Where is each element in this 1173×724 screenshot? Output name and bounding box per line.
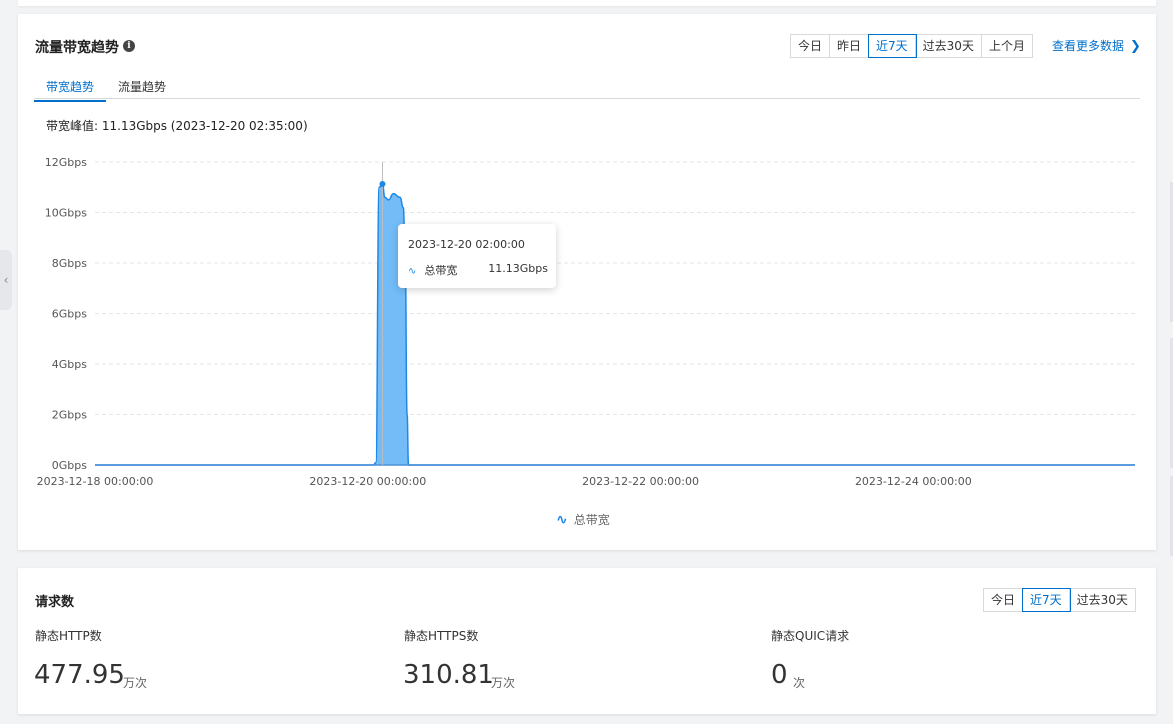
time-range-group: 今日 近7天 过去30天: [983, 588, 1136, 612]
time-button-yesterday[interactable]: 昨日: [830, 35, 870, 57]
metric-unit-http: 万次: [123, 676, 148, 690]
tooltip-time: 2023-12-20 02:00:00: [408, 238, 525, 251]
series-line-total-bandwidth: [94, 183, 1135, 466]
chart-tabs: 带宽趋势 流量趋势: [34, 74, 1140, 102]
chevron-left-icon: ‹: [3, 273, 9, 287]
metric-value-http: 477.95: [34, 660, 125, 690]
y-tick-label: 4Gbps: [52, 358, 87, 371]
series-area-total-bandwidth: [95, 183, 1135, 465]
legend-label: 总带宽: [573, 513, 610, 527]
y-tick-label: 12Gbps: [45, 156, 87, 169]
x-tick-label: 2023-12-22 00:00:00: [582, 475, 699, 488]
y-tick-label: 8Gbps: [52, 257, 87, 270]
x-tick-label: 2023-12-24 00:00:00: [855, 475, 972, 488]
view-more-label: 查看更多数据: [1052, 39, 1125, 53]
y-tick-label: 10Gbps: [45, 207, 87, 220]
time-range-group: 今日 昨日 近7天 过去30天 上个月: [790, 34, 1033, 58]
tab-bandwidth-trend[interactable]: 带宽趋势: [34, 78, 107, 102]
requests-card: 请求数 今日 近7天 过去30天 静态HTTP数 477.95 万次 静态HTT…: [18, 568, 1156, 714]
y-tick-label: 0Gbps: [52, 459, 87, 472]
metric-unit-quic: 次: [793, 676, 806, 690]
bandwidth-trend-card: 流量带宽趋势 i 今日 昨日 近7天 过去30天 上个月 查看更多数据 ❯ 带宽趋…: [18, 14, 1156, 550]
metric-label-https: 静态HTTPS数: [404, 629, 479, 643]
time-button-today[interactable]: 今日: [791, 35, 831, 57]
series-wave-icon: ∿: [408, 266, 417, 277]
tab-traffic-trend[interactable]: 流量趋势: [106, 78, 178, 100]
chevron-right-icon: ❯: [1130, 39, 1141, 54]
time-button-last30days[interactable]: 过去30天: [915, 35, 982, 57]
time-button-last7days[interactable]: 近7天: [1022, 588, 1071, 612]
view-more-data-link[interactable]: 查看更多数据 ❯: [1052, 37, 1141, 54]
metric-value-https: 310.81: [403, 660, 494, 690]
collapse-sidebar-handle[interactable]: ‹: [0, 250, 12, 310]
chart-tooltip: 2023-12-20 02:00:00 ∿ 总带宽 11.13Gbps: [398, 224, 556, 288]
chart-legend-item[interactable]: ∿ 总带宽: [556, 511, 610, 528]
peak-marker: [379, 180, 386, 187]
metric-label-http: 静态HTTP数: [35, 629, 102, 643]
card-title: 流量带宽趋势: [35, 40, 119, 56]
card-title: 请求数: [35, 595, 75, 610]
time-button-today[interactable]: 今日: [984, 589, 1024, 611]
y-tick-label: 6Gbps: [52, 308, 87, 321]
time-button-lastmonth[interactable]: 上个月: [981, 35, 1032, 57]
x-tick-label: 2023-12-20 00:00:00: [309, 475, 426, 488]
tooltip-value: 11.13Gbps: [488, 262, 548, 275]
metric-unit-https: 万次: [491, 676, 516, 690]
metric-label-quic: 静态QUIC请求: [771, 629, 850, 643]
previous-card-bottom: [18, 0, 1156, 6]
y-tick-label: 2Gbps: [52, 409, 87, 422]
tooltip-series-name: 总带宽: [424, 264, 458, 277]
metric-value-quic: 0: [771, 660, 788, 690]
tooltip-row: ∿ 总带宽 11.13Gbps: [408, 262, 548, 278]
x-tick-label: 2023-12-18 00:00:00: [37, 475, 154, 488]
time-button-last7days[interactable]: 近7天: [868, 34, 917, 58]
bandwidth-peak-text: 带宽峰值: 11.13Gbps (2023-12-20 02:35:00): [46, 119, 308, 133]
series-wave-icon: ∿: [556, 512, 568, 528]
info-circle-icon[interactable]: i: [123, 40, 135, 52]
time-button-last30days[interactable]: 过去30天: [1069, 589, 1135, 611]
